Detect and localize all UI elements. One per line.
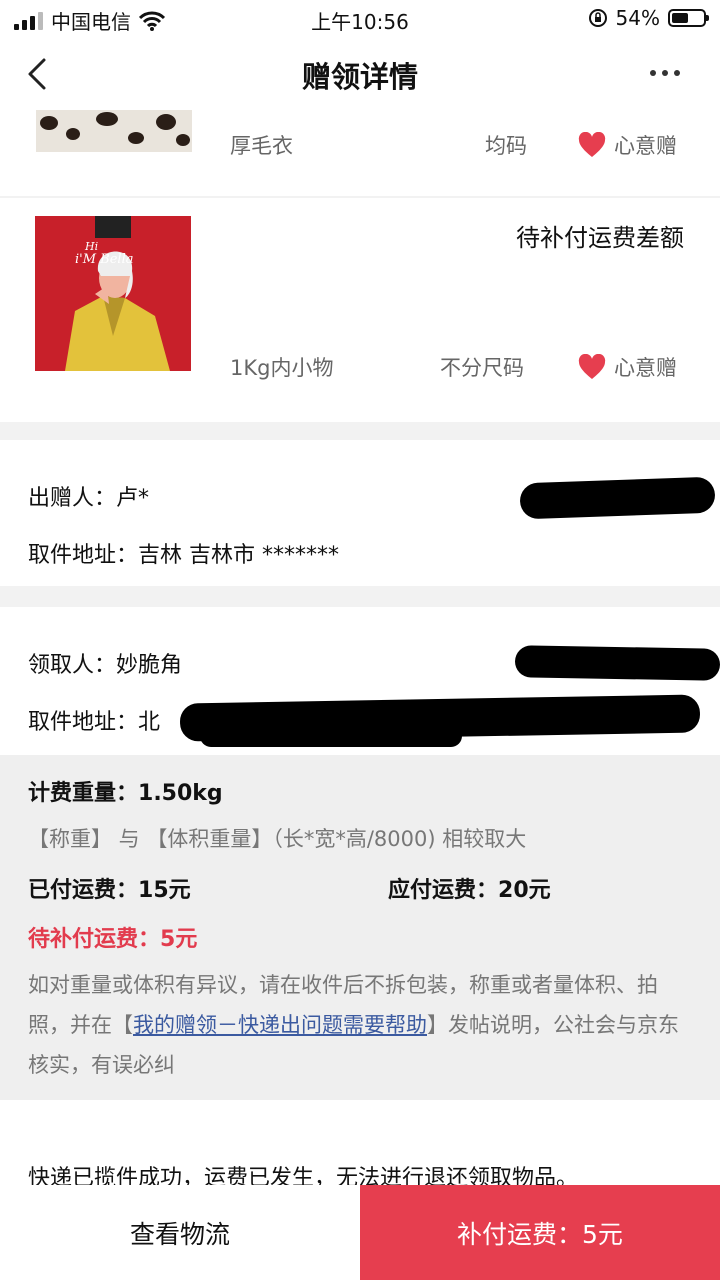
item-status: 待补付运费差额 (516, 224, 684, 252)
receiver-label: 领取人： (28, 653, 117, 678)
heart-icon (578, 132, 606, 157)
weight-label: 计费重量： (28, 781, 139, 806)
gift-tag-label: 心意赠 (614, 134, 677, 158)
pending-row: 待补付运费：5元 (28, 921, 197, 953)
gift-item-1[interactable]: 厚毛衣 均码 心意赠 (0, 110, 720, 196)
weight-row: 计费重量：1.50kg (28, 775, 223, 807)
help-link[interactable]: 我的赠领－快递出问题需要帮助 (133, 1013, 427, 1037)
giver-label: 出赠人： (28, 486, 117, 511)
nav-bar: 赠领详情 (0, 40, 720, 110)
redaction-mark (519, 476, 716, 520)
gift-tag-label: 心意赠 (614, 356, 677, 380)
giver-address-label: 取件地址： (28, 543, 139, 568)
status-right: 54% (588, 6, 709, 30)
pay-shipping-button[interactable]: 补付运费：5元 (360, 1185, 720, 1280)
weight-rule: 【称重】 与 【体积重量】（长*宽*高/8000) 相较取大 (28, 827, 527, 851)
receiver-address-row: 取件地址：北 (28, 704, 160, 736)
receiver-name: 妙脆角 (116, 653, 183, 678)
giver-section: 出赠人：卢* 取件地址：吉林 吉林市 ******* (0, 440, 720, 586)
item-size: 均码 (485, 134, 527, 158)
paid-row: 已付运费：15元 (28, 872, 191, 904)
redaction-mark (514, 645, 720, 681)
paid-label: 已付运费： (28, 878, 139, 903)
item-size: 不分尺码 (440, 356, 524, 380)
pending-value: 5元 (160, 927, 198, 952)
paid-value: 15元 (138, 878, 191, 903)
gift-tag: 心意赠 (578, 352, 677, 382)
dispute-note: 如对重量或体积有异议，请在收件后不拆包装，称重或者量体积、拍照，并在【我的赠领－… (28, 965, 692, 1085)
gift-item-2[interactable]: Hi i'M Bella 待补付运费差额 1Kg内小物 不分尺码 心意赠 (0, 198, 720, 422)
status-bar: 中国电信 上午10:56 54% (0, 0, 720, 40)
due-value: 20元 (498, 878, 551, 903)
giver-address: 吉林 吉林市 ******* (138, 543, 340, 568)
thumb-text-bella: i'M Bella (75, 252, 134, 267)
redaction-mark (200, 725, 462, 747)
giver-name: 卢* (116, 486, 150, 511)
gift-tag: 心意赠 (578, 130, 677, 160)
weight-value: 1.50kg (138, 781, 223, 806)
pending-label: 待补付运费： (28, 927, 161, 952)
illustration-image (35, 216, 191, 371)
heart-icon (578, 354, 606, 379)
item-name: 厚毛衣 (230, 134, 293, 158)
receiver-row: 领取人：妙脆角 (28, 647, 182, 679)
orientation-lock-icon (588, 9, 607, 27)
receiver-section: 领取人：妙脆角 取件地址：北 (0, 607, 720, 755)
shipping-fee-panel: 计费重量：1.50kg 【称重】 与 【体积重量】（长*宽*高/8000) 相较… (0, 755, 720, 1100)
page-title: 赠领详情 (301, 60, 418, 94)
item-name: 1Kg内小物 (230, 356, 334, 380)
battery-percent: 54% (615, 6, 660, 30)
item-thumbnail: Hi i'M Bella (35, 216, 191, 371)
receiver-address-label: 取件地址： (28, 710, 139, 735)
view-logistics-button[interactable]: 查看物流 (0, 1185, 360, 1280)
item-thumbnail (36, 110, 192, 152)
more-icon[interactable] (650, 70, 680, 76)
giver-address-row: 取件地址：吉林 吉林市 ******* (28, 537, 339, 569)
giver-row: 出赠人：卢* (28, 480, 149, 512)
receiver-address: 北 (138, 710, 161, 735)
due-row: 应付运费：20元 (388, 872, 551, 904)
battery-icon (668, 9, 709, 27)
due-label: 应付运费： (388, 878, 499, 903)
